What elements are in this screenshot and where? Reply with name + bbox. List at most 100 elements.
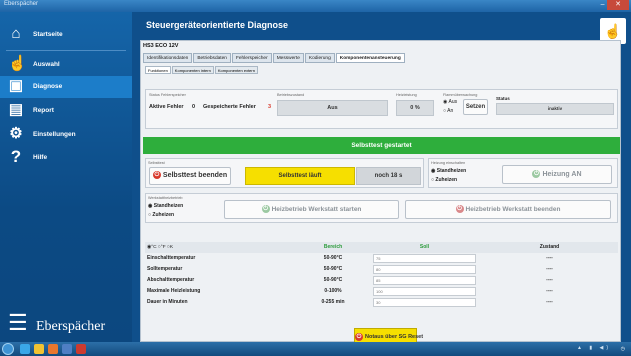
unit-selector[interactable]: ◉°C ○°F ○K — [145, 242, 295, 253]
soll-input[interactable]: 85 — [373, 276, 476, 285]
sidebar: ⌂ Startseite ☝ Auswahl ▣ Diagnose ▤ Repo… — [0, 12, 132, 342]
heizleistung-value: 0 % — [396, 100, 434, 116]
status-title: Status — [496, 96, 510, 101]
eberspaecher-logo-icon: ☰ — [8, 310, 28, 335]
subtab-komponenten-extern[interactable]: Komponenten extern — [214, 66, 258, 74]
betriebszustand-title: Betriebszustand — [277, 93, 305, 97]
page-title: Steuergeräteorientierte Diagnose — [146, 20, 289, 30]
heizung-zuheizen-label: Zuheizen — [435, 177, 458, 183]
gespeicherte-fehler-value: 3 — [268, 104, 272, 110]
soll-input[interactable]: 30 — [373, 298, 476, 307]
sidebar-item-auswahl[interactable]: ☝ Auswahl — [0, 54, 132, 76]
header-zustand: Zustand — [539, 244, 560, 250]
tab-identifikationsdaten[interactable]: Identifikationsdaten — [143, 53, 193, 63]
selftest-end-label: Selbsttest beenden — [162, 172, 228, 179]
media-icon[interactable] — [48, 344, 58, 354]
help-icon: ? — [10, 147, 22, 166]
selftest-remaining: noch 18 s — [356, 167, 421, 185]
system-tray[interactable]: ▲ ▮ ◀) — [577, 345, 611, 351]
brand-logo: ☰ Eberspächer — [8, 308, 132, 344]
heizung-zuheizen-radio[interactable]: ○ Zuheizen — [431, 177, 457, 183]
sidebar-item-report[interactable]: ▤ Report — [0, 100, 132, 122]
flamme-aus-label: Aus — [448, 99, 458, 105]
explorer-icon[interactable] — [20, 344, 30, 354]
diagnostic-tester-icon: ▣ — [8, 77, 24, 94]
heizung-group: Heizung einschalten ◉ Standheizen ○ Zuhe… — [428, 158, 618, 188]
header-bereich: Bereich — [323, 244, 343, 250]
sidebar-item-diagnose[interactable]: ▣ Diagnose — [0, 76, 132, 98]
title-bar: Eberspächer – ▫ ✕ — [0, 0, 631, 12]
gespeicherte-fehler-label: Gespeicherte Fehler — [203, 104, 256, 110]
radio-empty-icon: ○ — [431, 177, 435, 183]
param-state: ---- — [546, 255, 553, 261]
param-range: 50-90°C — [323, 266, 343, 272]
setzen-button[interactable]: Setzen — [463, 99, 488, 115]
subtab-funktionen[interactable]: Funktionen — [145, 66, 171, 74]
sidebar-item-startseite[interactable]: ⌂ Startseite — [0, 24, 132, 46]
werkstatt-start-label: Heizbetrieb Werkstatt starten — [271, 206, 362, 213]
tab-komponentenansteuerung[interactable]: Komponentenansteuerung — [335, 53, 405, 63]
param-name: Dauer in Minuten — [147, 299, 188, 305]
selftest-end-button[interactable]: ⏻ Selbsttest beenden — [149, 167, 231, 185]
tab-messwerte[interactable]: Messwerte — [272, 53, 304, 63]
hand-pointer-icon: ☝ — [8, 55, 27, 72]
param-name: Einschalttemperatur — [147, 255, 196, 261]
power-icon: ⏻ — [261, 205, 270, 214]
radio-selected-icon: ◉ — [431, 168, 436, 174]
start-button[interactable] — [2, 343, 14, 355]
werkstatt-group-title: Werkstattheizbetrieb — [148, 196, 183, 200]
param-state: ---- — [546, 288, 553, 294]
device-title: HS3 ECO 12V — [143, 43, 179, 49]
stop-icon: ⏻ — [152, 171, 161, 180]
werkstatt-end-button[interactable]: ⏻ Heizbetrieb Werkstatt beenden — [405, 200, 611, 219]
soll-input[interactable]: 100 — [373, 287, 476, 296]
sub-tabs: Funktionen Komponenten intern Komponente… — [145, 66, 259, 74]
radio-selected-icon: ◉ — [443, 99, 448, 105]
werkstatt-zuheizen-radio[interactable]: ○ Zuheizen — [148, 212, 174, 218]
aktive-fehler-label: Aktive Fehler — [149, 104, 184, 110]
sidebar-item-label: Auswahl — [33, 61, 60, 68]
werkstatt-standheizen-radio[interactable]: ◉ Standheizen — [148, 203, 183, 209]
param-range: 0-100% — [324, 288, 342, 294]
werkstatt-start-button[interactable]: ⏻ Heizbetrieb Werkstatt starten — [224, 200, 399, 219]
main-tabs: Identifikationsdaten Betriebsdaten Fehle… — [143, 53, 406, 63]
param-name: Abschalttemperatur — [147, 277, 195, 283]
close-button[interactable]: ✕ — [607, 0, 629, 10]
radio-empty-icon: ○ — [148, 212, 152, 218]
sidebar-item-einstellungen[interactable]: ⚙ Einstellungen — [0, 124, 132, 146]
selftest-group: Selbsttest ⏻ Selbsttest beenden Selbsttes… — [145, 158, 424, 188]
flamme-an-radio[interactable]: ○ An — [443, 108, 453, 114]
soll-input[interactable]: 75 — [373, 254, 476, 263]
param-range: 50-90°C — [323, 277, 343, 283]
heizung-an-button[interactable]: ⏻ Heizung AN — [502, 165, 612, 184]
subtab-komponenten-intern[interactable]: Komponenten intern — [171, 66, 214, 74]
heizung-group-title: Heizung einschalten — [431, 161, 466, 165]
table-row: Maximale Heizleistung 0-100% 100 ---- — [145, 286, 618, 297]
flamme-aus-radio[interactable]: ◉ Aus — [443, 99, 457, 105]
param-soll-cell: 75 — [373, 253, 476, 264]
header-soll: Soll — [419, 244, 430, 250]
param-soll-cell: 30 — [373, 297, 476, 308]
table-row: Solltemperatur 50-90°C 80 ---- — [145, 264, 618, 275]
tab-betriebsdaten[interactable]: Betriebsdaten — [193, 53, 231, 63]
home-icon: ⌂ — [11, 25, 21, 42]
heizleistung-title: Heizleistung — [396, 93, 417, 97]
param-range: 0-255 min — [321, 299, 345, 305]
heizung-standheizen-radio[interactable]: ◉ Standheizen — [431, 168, 466, 174]
word-icon[interactable] — [62, 344, 72, 354]
werkstatt-standheizen-label: Standheizen — [153, 203, 184, 209]
stop-icon: ⏻ — [455, 205, 464, 214]
tab-kodierung[interactable]: Kodierung — [304, 53, 335, 63]
param-range: 50-90°C — [323, 255, 343, 261]
app-icon[interactable] — [76, 344, 86, 354]
soll-input[interactable]: 80 — [373, 265, 476, 274]
sidebar-item-label: Hilfe — [33, 154, 48, 161]
param-soll-cell: 80 — [373, 264, 476, 275]
param-state: ---- — [546, 266, 553, 272]
aktive-fehler-value: 0 — [192, 104, 196, 110]
tab-fehlerspeicher[interactable]: Fehlerspeicher — [231, 53, 272, 63]
folder-icon[interactable] — [34, 344, 44, 354]
sidebar-item-hilfe[interactable]: ? Hilfe — [0, 147, 132, 169]
gear-icon: ⚙ — [9, 125, 23, 142]
status-group: Status Fehlerspeicher Aktive Fehler 0 Ge… — [145, 89, 618, 129]
